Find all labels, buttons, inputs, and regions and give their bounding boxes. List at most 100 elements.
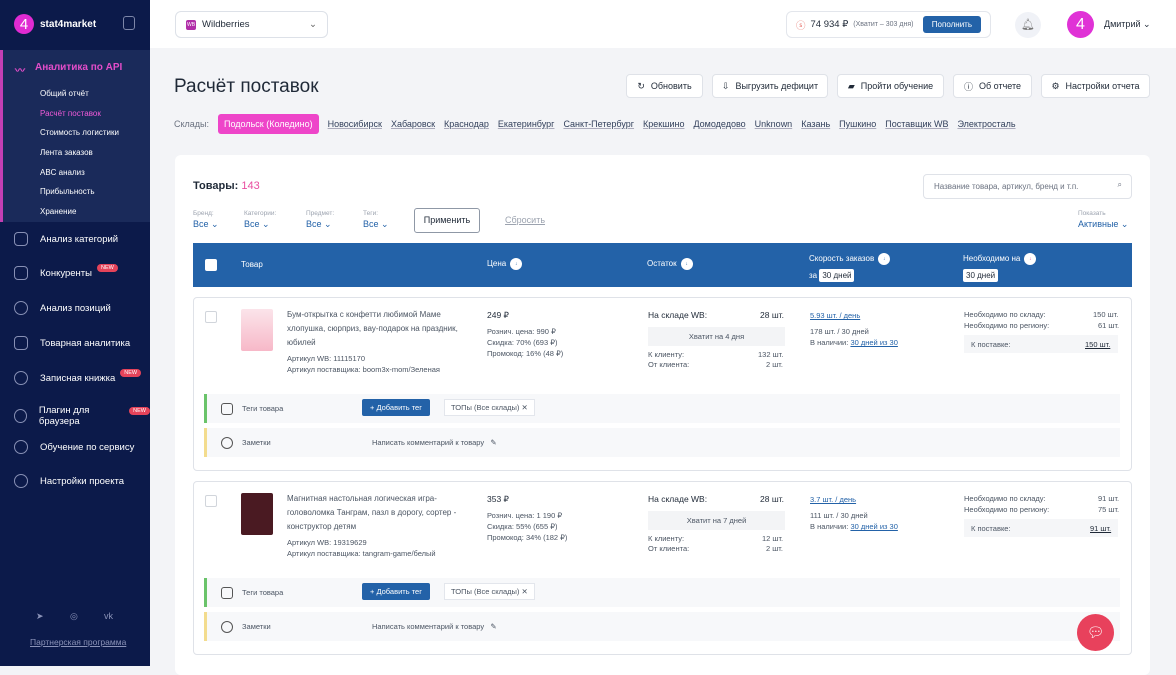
close-icon[interactable]: ✕ [521, 403, 527, 412]
target-icon [14, 301, 28, 315]
tags-row: Теги товара + Добавить тег ТОПы (Все склад… [204, 578, 1120, 607]
show-filter[interactable]: Показать Активные ⌄ [1078, 210, 1128, 230]
supply-value[interactable]: 91 шт. [1090, 524, 1111, 533]
speed-period-select[interactable]: 30 дней [819, 269, 855, 282]
chrome-icon [14, 409, 27, 423]
warehouse-tab[interactable]: Новосибирск [328, 119, 382, 129]
brand-filter[interactable]: Бренд: Все ⌄ [193, 210, 219, 230]
article-supplier: Артикул поставщика: boom3x-mom/Зеленая [287, 365, 440, 374]
user-menu[interactable]: Дмитрий ⌄ [1104, 19, 1151, 30]
sidebar-item-positions[interactable]: Анализ позиций [14, 301, 111, 315]
sidebar-item-plugin[interactable]: Плагин для браузера NEW [14, 405, 150, 427]
support-chat-button[interactable]: 💬︎ [1077, 614, 1114, 651]
sidebar-item-notebook[interactable]: Записная книжка NEW [14, 369, 142, 385]
product-image[interactable] [241, 309, 273, 351]
instagram-icon[interactable]: ◎ [70, 611, 78, 622]
col-stock[interactable]: Остаток ↓ [647, 258, 693, 270]
download-icon: ⇩ [721, 80, 730, 91]
warehouse-tab[interactable]: Хабаровск [391, 119, 435, 129]
subitem-logistics-cost[interactable]: Стоимость логистики [40, 128, 119, 137]
need-period-select[interactable]: 30 дней [963, 269, 999, 282]
warehouse-tab[interactable]: Екатеринбург [498, 119, 555, 129]
label: Предмет: [306, 210, 335, 217]
lock-icon[interactable] [123, 16, 135, 30]
sidebar-item-settings[interactable]: Настройки проекта [14, 474, 124, 488]
bell-icon[interactable]: 🔔︎ [1015, 12, 1041, 38]
sidebar-item-product-analytics[interactable]: Товарная аналитика [14, 336, 130, 350]
avatar[interactable]: 4 [1067, 11, 1094, 38]
label: Обновить [650, 81, 692, 91]
telegram-icon[interactable]: ➤ [36, 611, 44, 622]
supply-value[interactable]: 150 шт. [1085, 340, 1110, 349]
warehouse-tab[interactable]: Подольск (Коледино) [218, 114, 319, 134]
availability-value[interactable]: 30 дней из 30 [850, 338, 897, 347]
subitem-general-report[interactable]: Общий отчёт [40, 89, 89, 98]
topup-button[interactable]: Пополнить [922, 16, 981, 33]
tags-filter[interactable]: Теги: Все ⌄ [363, 210, 389, 230]
warehouse-tab[interactable]: Домодедово [693, 119, 745, 129]
col-price[interactable]: Цена ↓ [487, 258, 523, 270]
row-checkbox[interactable] [205, 311, 217, 323]
stock-value: 28 шт. [760, 494, 784, 504]
select-all-checkbox[interactable] [205, 259, 217, 271]
warehouse-tab[interactable]: Казань [801, 119, 830, 129]
col-need[interactable]: Необходимо на ↓ 30 дней [963, 250, 1037, 284]
subitem-supply-calc[interactable]: Расчёт поставок [40, 109, 101, 118]
product-row: Бум-открытка с конфетти любимой Маме хло… [193, 297, 1132, 471]
subitem-profitability[interactable]: Прибыльность [40, 187, 95, 196]
sidebar-item-competitors[interactable]: Конкуренты NEW [14, 264, 118, 280]
marketplace-select[interactable]: WB Wildberries ⌄ [175, 11, 328, 38]
label: Пройти обучение [860, 81, 934, 91]
availability-value[interactable]: 30 дней из 30 [850, 522, 897, 531]
speed-per-day[interactable]: 3.7 шт. / день [810, 495, 856, 504]
speed-30-days: 178 шт. / 30 дней [810, 327, 869, 336]
tag-icon [221, 402, 233, 415]
to-client-value: 12 шт. [762, 534, 784, 543]
note-input[interactable]: Написать комментарий к товару ✎ [372, 622, 497, 631]
add-tag-button[interactable]: + Добавить тег [362, 399, 430, 416]
warehouse-tab[interactable]: Крекшино [643, 119, 684, 129]
warehouse-tab[interactable]: Поставщик WB [885, 119, 948, 129]
subitem-storage[interactable]: Хранение [40, 207, 76, 216]
warehouse-tab[interactable]: Санкт-Петербург [563, 119, 634, 129]
placeholder: Написать комментарий к товару [372, 438, 485, 447]
speed-per-day[interactable]: 5.93 шт. / день [810, 311, 860, 320]
label: Анализ позиций [40, 302, 111, 314]
product-image[interactable] [241, 493, 273, 535]
about-report-button[interactable]: ⓘ Об отчете [953, 74, 1032, 98]
warehouse-tab[interactable]: Краснодар [444, 119, 489, 129]
warehouse-tab[interactable]: Пушкино [839, 119, 876, 129]
vk-icon[interactable]: vk [104, 611, 113, 621]
sidebar-item-categories[interactable]: Анализ категорий [14, 232, 118, 246]
row-checkbox[interactable] [205, 495, 217, 507]
note-input[interactable]: Написать комментарий к товару ✎ [372, 438, 497, 447]
sidebar-item-api-analytics[interactable]: 〰 Аналитика по API [15, 62, 122, 77]
category-filter[interactable]: Категории: Все ⌄ [244, 210, 276, 230]
notes-icon [221, 436, 233, 449]
export-deficit-button[interactable]: ⇩ Выгрузить дефицит [712, 74, 828, 98]
tutorial-button[interactable]: ▰ Пройти обучение [837, 74, 944, 98]
apply-button[interactable]: Применить [414, 208, 480, 233]
play-icon [14, 440, 28, 454]
refresh-button[interactable]: ↻ Обновить [626, 74, 703, 98]
search-input[interactable]: Название товара, артикул, бренд и т.п. ⌕ [923, 174, 1132, 199]
product-name[interactable]: Бум-открытка с конфетти любимой Маме хло… [287, 308, 467, 350]
col-speed[interactable]: Скорость заказов ↓ за 30 дней [809, 250, 891, 284]
logo[interactable]: 4 stat4market [14, 14, 96, 34]
article-wb: Артикул WB: 11115170 [287, 354, 365, 363]
info-icon: ⓘ [963, 81, 973, 92]
partner-program-link[interactable]: Партнерская программа [30, 637, 126, 647]
warehouse-tab[interactable]: Электросталь [957, 119, 1015, 129]
need-warehouse-value: 91 шт. [1098, 494, 1120, 503]
subitem-abc[interactable]: ABC анализ [40, 168, 85, 177]
product-name[interactable]: Магнитная настольная логическая игра-гол… [287, 492, 467, 534]
subitem-orders-feed[interactable]: Лента заказов [40, 148, 93, 157]
reset-button[interactable]: Сбросить [505, 215, 545, 225]
close-icon[interactable]: ✕ [521, 587, 527, 596]
from-client-value: 2 шт. [766, 360, 783, 369]
sidebar-item-learning[interactable]: Обучение по сервису [14, 440, 134, 454]
report-settings-button[interactable]: ⚙ Настройки отчета [1041, 74, 1150, 98]
add-tag-button[interactable]: + Добавить тег [362, 583, 430, 600]
subject-filter[interactable]: Предмет: Все ⌄ [306, 210, 334, 230]
warehouse-tab[interactable]: Unknown [755, 119, 793, 129]
